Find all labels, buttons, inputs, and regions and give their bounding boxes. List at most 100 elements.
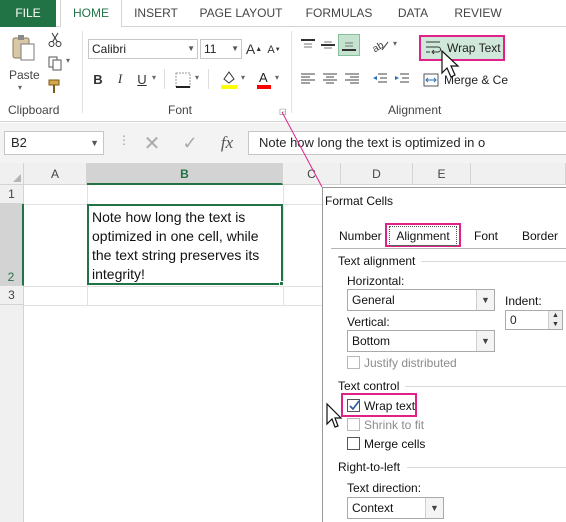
vertical-select[interactable]: Bottom ▼ <box>347 330 495 352</box>
font-color-icon[interactable]: A <box>254 68 274 90</box>
text-direction-select[interactable]: Context ▼ <box>347 497 444 519</box>
grow-font-label: A <box>245 41 256 57</box>
font-name-value: Calibri <box>92 42 127 56</box>
text-direction-value: Context <box>352 501 394 515</box>
align-right-icon[interactable] <box>342 69 362 89</box>
orientation-dropdown-icon[interactable]: ▾ <box>393 39 397 48</box>
cancel-icon[interactable]: ✕ <box>138 131 166 155</box>
decrease-indent-icon[interactable] <box>370 69 390 89</box>
tab-insert[interactable]: INSERT <box>130 0 182 27</box>
text-direction-label: Text direction: <box>347 481 422 495</box>
paste-dropdown-icon[interactable]: ▾ <box>18 83 22 92</box>
borders-dropdown-icon[interactable]: ▾ <box>195 73 199 82</box>
tab-review[interactable]: REVIEW <box>450 0 506 27</box>
more-options-icon: ⋮ <box>118 133 130 147</box>
insert-function-button[interactable]: fx <box>212 131 242 155</box>
underline-button[interactable]: U <box>134 70 150 88</box>
fill-handle[interactable] <box>279 281 284 286</box>
vertical-value: Bottom <box>352 334 391 348</box>
dialog-title: Format Cells <box>325 194 394 208</box>
group-divider <box>82 31 83 113</box>
tab-home[interactable]: HOME <box>60 0 122 28</box>
tab-font[interactable]: Font <box>474 225 498 247</box>
grow-font-button[interactable]: A ▲ <box>246 39 262 59</box>
tab-page-layout[interactable]: PAGE LAYOUT <box>198 0 284 27</box>
align-center-icon[interactable] <box>320 69 340 89</box>
underline-dropdown-icon[interactable]: ▾ <box>152 73 156 82</box>
shrink-font-button[interactable]: A ▼ <box>266 41 282 59</box>
text-alignment-heading: Text alignment <box>338 254 416 268</box>
font-name-combo[interactable]: Calibri ▼ <box>88 39 198 59</box>
increase-indent-icon[interactable] <box>392 69 412 89</box>
align-left-icon[interactable] <box>298 69 318 89</box>
merge-center-icon[interactable] <box>422 71 440 89</box>
spin-up-icon[interactable]: ▲ <box>548 311 562 320</box>
top-align-icon[interactable] <box>298 35 318 55</box>
bold-button[interactable]: B <box>90 70 106 88</box>
group-divider <box>291 31 292 113</box>
column-header-f[interactable] <box>471 163 566 185</box>
justify-distributed-checkbox[interactable] <box>347 356 360 369</box>
shrink-to-fit-checkbox[interactable] <box>347 418 360 431</box>
right-to-left-heading: Right-to-left <box>338 460 401 474</box>
column-header-d[interactable]: D <box>341 163 413 185</box>
cell-b2[interactable]: Note how long the text is optimized in o… <box>87 204 283 285</box>
row-header-3[interactable]: 3 <box>0 286 24 305</box>
font-group-label: Font <box>168 103 193 117</box>
wrap-text-button[interactable]: Wrap Text <box>419 35 505 61</box>
justify-distributed-label: Justify distributed <box>364 356 457 370</box>
cut-icon[interactable] <box>46 31 64 49</box>
middle-align-icon[interactable] <box>318 35 338 55</box>
svg-text:ab: ab <box>372 40 386 52</box>
italic-button[interactable]: I <box>112 70 128 88</box>
column-header-b[interactable]: B <box>87 163 283 185</box>
ribbon-tab-bar: FILE HOME INSERT PAGE LAYOUT FORMULAS DA… <box>0 0 566 28</box>
wrap-text-checkbox[interactable] <box>347 399 360 412</box>
fill-color-dropdown-icon[interactable]: ▾ <box>241 73 245 82</box>
row-header-1[interactable]: 1 <box>0 185 24 204</box>
tab-strip-line <box>331 248 566 249</box>
font-size-combo[interactable]: 11 ▼ <box>200 39 242 59</box>
chevron-down-icon: ▼ <box>476 290 494 310</box>
indent-value: 0 <box>510 313 517 327</box>
paste-label[interactable]: Paste <box>9 68 40 82</box>
name-box[interactable]: B2 ▼ <box>4 131 104 155</box>
borders-icon[interactable] <box>172 70 194 90</box>
mouse-cursor-icon <box>441 49 460 78</box>
font-color-dropdown-icon[interactable]: ▾ <box>275 73 279 82</box>
select-all-corner[interactable] <box>0 163 24 185</box>
bottom-align-icon[interactable] <box>338 34 360 56</box>
format-cells-dialog: Format Cells Number Alignment Font Borde… <box>322 187 566 522</box>
orientation-icon[interactable]: ab <box>370 35 392 55</box>
separator <box>208 69 209 89</box>
merge-cells-checkbox[interactable] <box>347 437 360 450</box>
separator <box>164 69 165 89</box>
checkmark-icon <box>349 400 360 411</box>
section-divider <box>407 467 566 468</box>
spin-down-icon[interactable]: ▼ <box>548 320 562 329</box>
tab-alignment[interactable]: Alignment <box>389 226 457 246</box>
tab-file[interactable]: FILE <box>0 0 56 27</box>
section-divider <box>421 261 566 262</box>
copy-icon[interactable] <box>46 54 64 72</box>
tab-number[interactable]: Number <box>339 225 382 247</box>
svg-text:A: A <box>259 70 268 85</box>
format-painter-icon[interactable] <box>46 77 64 95</box>
indent-spinner[interactable]: 0 ▲ ▼ <box>505 310 563 330</box>
column-header-a[interactable]: A <box>24 163 87 185</box>
column-header-e[interactable]: E <box>413 163 471 185</box>
horizontal-select[interactable]: General ▼ <box>347 289 495 311</box>
chevron-down-icon: ▼ <box>425 498 443 518</box>
text-control-heading: Text control <box>338 379 400 393</box>
row-header-2[interactable]: 2 <box>0 204 24 286</box>
paste-icon[interactable] <box>8 33 38 63</box>
callout-connector <box>281 111 323 188</box>
tab-formulas[interactable]: FORMULAS <box>302 0 376 27</box>
tab-data[interactable]: DATA <box>392 0 434 27</box>
fill-color-icon[interactable] <box>218 68 240 90</box>
chevron-down-icon: ▼ <box>90 138 99 148</box>
row-header-blank <box>0 305 24 522</box>
copy-dropdown-icon[interactable]: ▾ <box>66 56 70 65</box>
tab-border[interactable]: Border <box>522 225 558 247</box>
enter-icon[interactable]: ✓ <box>176 131 204 155</box>
